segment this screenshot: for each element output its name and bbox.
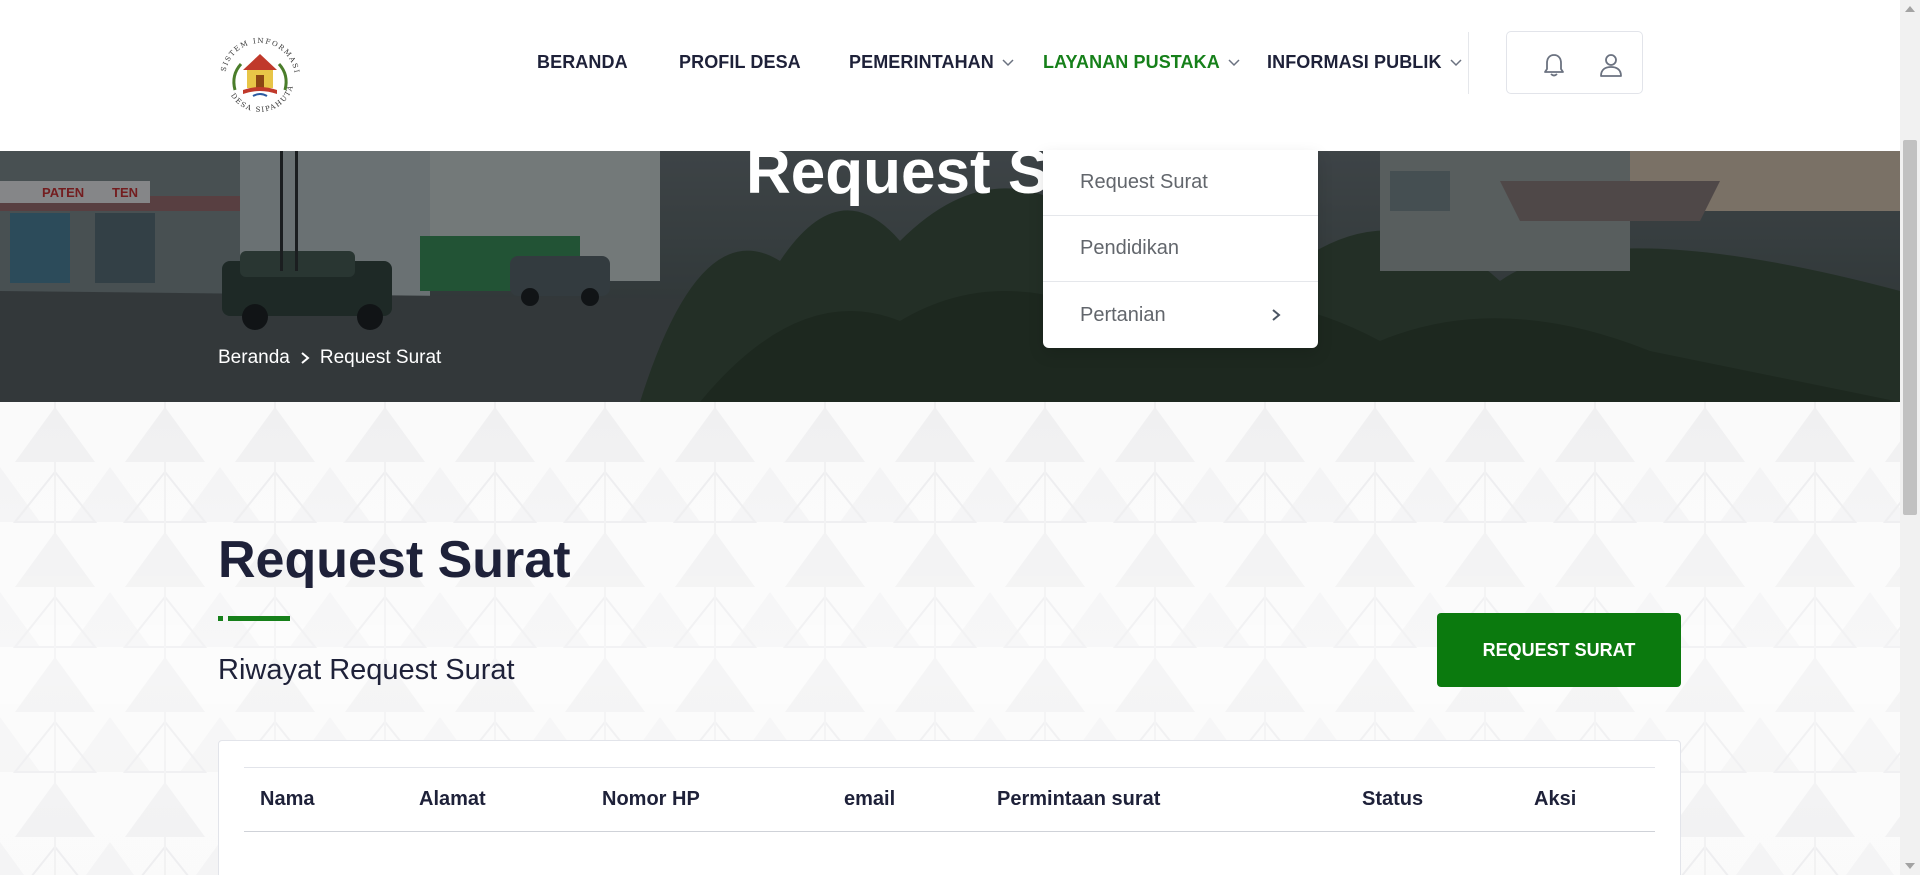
- layanan-pustaka-dropdown: Request Surat Pendidikan Pertanian: [1043, 150, 1318, 348]
- nav-profil-desa[interactable]: PROFIL DESA: [679, 52, 801, 73]
- nav-layanan-pustaka[interactable]: LAYANAN PUSTAKA: [1043, 52, 1240, 73]
- nav-label: BERANDA: [537, 51, 628, 72]
- chevron-down-icon: [1228, 59, 1240, 67]
- underline-dot: [218, 616, 223, 621]
- dropdown-item-label: Pendidikan: [1080, 237, 1179, 259]
- page-title: Request Surat: [218, 531, 571, 589]
- request-history-table: Nama Alamat Nomor HP email Permintaan su…: [218, 740, 1681, 875]
- table-header-row: Nama Alamat Nomor HP email Permintaan su…: [244, 767, 1655, 832]
- underline-bar: [228, 616, 290, 621]
- breadcrumb-current: Request Surat: [319, 347, 442, 368]
- nav-label: PROFIL DESA: [679, 51, 801, 72]
- scroll-up-icon[interactable]: [1904, 4, 1916, 14]
- column-header-alamat[interactable]: Alamat: [419, 788, 486, 811]
- header-actions: [1506, 31, 1643, 94]
- nav-divider: [1468, 32, 1469, 94]
- user-icon[interactable]: [1597, 51, 1625, 79]
- page-scrollbar[interactable]: [1900, 0, 1920, 875]
- scroll-down-icon[interactable]: [1904, 861, 1916, 871]
- scrollbar-thumb[interactable]: [1903, 140, 1917, 515]
- nav-label: INFORMASI PUBLIK: [1267, 51, 1442, 72]
- column-header-email[interactable]: email: [844, 788, 895, 811]
- site-logo[interactable]: SISTEM INFORMASI DESA SIPAHUTAR: [210, 24, 307, 118]
- nav-label: PEMERINTAHAN: [849, 51, 994, 72]
- column-header-aksi[interactable]: Aksi: [1534, 788, 1576, 811]
- dropdown-item-request-surat[interactable]: Request Surat: [1043, 150, 1318, 216]
- nav-beranda[interactable]: BERANDA: [537, 52, 628, 73]
- dropdown-item-label: Request Surat: [1080, 171, 1208, 193]
- nav-label: LAYANAN PUSTAKA: [1043, 51, 1220, 72]
- page-subtitle: Riwayat Request Surat: [218, 654, 515, 686]
- chevron-right-icon: [301, 352, 310, 364]
- column-header-status[interactable]: Status: [1362, 788, 1423, 811]
- nav-pemerintahan[interactable]: PEMERINTAHAN: [849, 52, 1014, 73]
- bell-icon[interactable]: [1540, 51, 1568, 79]
- request-surat-button[interactable]: REQUEST SURAT: [1437, 613, 1681, 687]
- column-header-nama[interactable]: Nama: [260, 788, 314, 811]
- chevron-down-icon: [1002, 59, 1014, 67]
- column-header-nomor-hp[interactable]: Nomor HP: [602, 788, 700, 811]
- site-header: SISTEM INFORMASI DESA SIPAHUTAR BERANDA …: [0, 0, 1900, 151]
- page-hero: PATEN TEN Request Surat Beranda Request …: [0, 151, 1900, 402]
- breadcrumb-home[interactable]: Beranda: [218, 347, 290, 369]
- dropdown-item-label: Pertanian: [1080, 303, 1166, 326]
- chevron-right-icon: [1272, 309, 1281, 321]
- chevron-down-icon: [1450, 59, 1462, 67]
- dropdown-item-pendidikan[interactable]: Pendidikan: [1043, 216, 1318, 282]
- breadcrumb: Beranda Request Surat: [218, 347, 441, 369]
- village-emblem-icon: SISTEM INFORMASI DESA SIPAHUTAR: [210, 24, 300, 114]
- nav-informasi-publik[interactable]: INFORMASI PUBLIK: [1267, 52, 1462, 73]
- column-header-permintaan-surat[interactable]: Permintaan surat: [997, 788, 1160, 811]
- dropdown-item-pertanian[interactable]: Pertanian: [1043, 282, 1318, 348]
